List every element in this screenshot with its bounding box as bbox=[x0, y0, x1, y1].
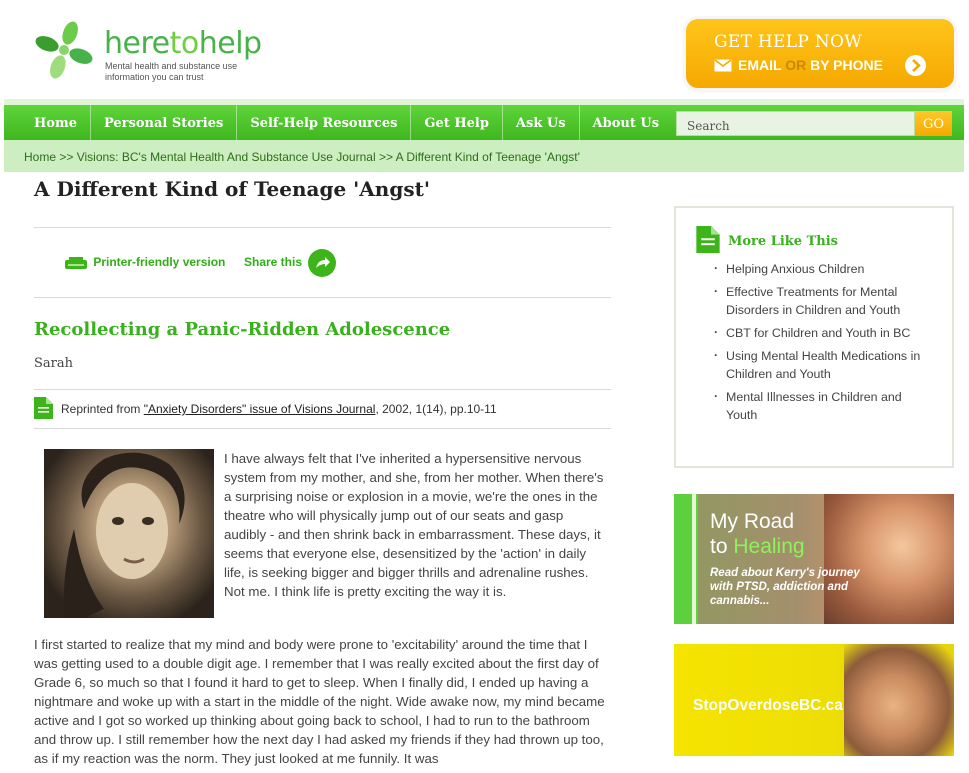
more-like-this-list: Helping Anxious Children Effective Treat… bbox=[714, 259, 936, 429]
reprint-prefix: Reprinted from bbox=[61, 402, 144, 416]
document-icon bbox=[34, 397, 53, 419]
logo-here: here bbox=[104, 26, 170, 61]
printer-friendly-label: Printer-friendly version bbox=[93, 255, 226, 269]
share-link[interactable]: Share this bbox=[244, 249, 336, 277]
get-help-now-button[interactable]: GET HELP NOW EMAIL OR BY PHONE bbox=[686, 19, 954, 88]
divider bbox=[34, 297, 611, 298]
document-icon bbox=[696, 226, 720, 253]
reprint-text: Reprinted from "Anxiety Disorders" issue… bbox=[61, 402, 497, 416]
nav-home[interactable]: Home bbox=[4, 105, 91, 140]
help-now-email: EMAIL bbox=[738, 57, 782, 73]
logo-flower-icon bbox=[35, 21, 93, 79]
nav-self-help-resources[interactable]: Self-Help Resources bbox=[237, 105, 412, 140]
logo-tagline: Mental health and substance use informat… bbox=[105, 61, 238, 82]
divider bbox=[34, 389, 611, 390]
logo-wordmark: heretohelp bbox=[104, 26, 262, 61]
related-link[interactable]: Helping Anxious Children bbox=[714, 259, 936, 278]
help-now-subtitle: EMAIL OR BY PHONE bbox=[738, 57, 883, 73]
related-link[interactable]: Effective Treatments for Mental Disorder… bbox=[714, 282, 936, 319]
reprint-source-link[interactable]: "Anxiety Disorders" issue of Visions Jou… bbox=[144, 402, 376, 416]
breadcrumb-current: A Different Kind of Teenage 'Angst' bbox=[395, 150, 580, 164]
printer-friendly-link[interactable]: Printer-friendly version bbox=[64, 255, 225, 270]
my-road-to-healing-banner[interactable]: My Road to Healing Read about Kerry's jo… bbox=[674, 494, 954, 624]
share-arrow-icon bbox=[308, 249, 336, 277]
divider bbox=[34, 227, 611, 228]
breadcrumb-journal[interactable]: Visions: BC's Mental Health And Substanc… bbox=[77, 150, 376, 164]
promo-healing: Healing bbox=[733, 535, 805, 558]
related-link[interactable]: CBT for Children and Youth in BC bbox=[714, 323, 936, 342]
breadcrumb: Home >> Visions: BC's Mental Health And … bbox=[4, 140, 964, 172]
breadcrumb-home[interactable]: Home bbox=[24, 150, 56, 164]
logo-help: help bbox=[198, 26, 262, 61]
site-logo[interactable]: heretohelp Mental health and substance u… bbox=[32, 18, 272, 84]
promo-photo bbox=[844, 644, 954, 756]
article-author: Sarah bbox=[34, 356, 73, 371]
related-link[interactable]: Using Mental Health Medications in Child… bbox=[714, 346, 936, 383]
chevron-right-icon bbox=[905, 55, 926, 76]
promo-accent-stripe bbox=[692, 494, 696, 624]
nav-get-help[interactable]: Get Help bbox=[411, 105, 503, 140]
stop-overdose-banner[interactable]: StopOverdoseBC.ca bbox=[674, 644, 954, 756]
author-photo bbox=[44, 449, 214, 618]
breadcrumb-separator: >> bbox=[378, 150, 393, 164]
help-now-or: OR bbox=[785, 57, 807, 73]
article-paragraph-1: I have always felt that I've inherited a… bbox=[224, 451, 604, 599]
more-like-this-title: More Like This bbox=[728, 234, 838, 249]
related-link[interactable]: Mental Illnesses in Children and Youth bbox=[714, 387, 936, 424]
help-now-title: GET HELP NOW bbox=[714, 32, 862, 52]
article-paragraph-2: I first started to realize that my mind … bbox=[34, 637, 605, 766]
stop-overdose-text: StopOverdoseBC.ca bbox=[693, 697, 843, 714]
promo-headline-line2: to Healing bbox=[710, 535, 805, 559]
promo-headline-line1: My Road bbox=[710, 510, 795, 533]
nav-ask-us[interactable]: Ask Us bbox=[503, 105, 580, 140]
help-now-phone: BY PHONE bbox=[810, 57, 883, 73]
divider bbox=[34, 428, 611, 429]
search-input[interactable]: Search bbox=[676, 111, 915, 136]
page-title: A Different Kind of Teenage 'Angst' bbox=[34, 177, 430, 201]
mail-icon bbox=[714, 59, 732, 72]
printer-icon bbox=[65, 256, 87, 269]
article-subtitle: Recollecting a Panic-Ridden Adolescence bbox=[34, 319, 451, 340]
more-like-this-box: More Like This Helping Anxious Children … bbox=[674, 206, 954, 468]
share-label: Share this bbox=[244, 255, 303, 269]
logo-to: to bbox=[169, 26, 200, 61]
search-go-button[interactable]: GO bbox=[915, 111, 952, 136]
reprint-note: Reprinted from "Anxiety Disorders" issue… bbox=[34, 397, 611, 425]
breadcrumb-separator: >> bbox=[59, 150, 74, 164]
promo-to: to bbox=[710, 535, 728, 558]
reprint-suffix: , 2002, 1(14), pp.10-11 bbox=[375, 402, 497, 416]
nav-personal-stories[interactable]: Personal Stories bbox=[91, 105, 238, 140]
nav-about-us[interactable]: About Us bbox=[580, 105, 673, 140]
promo-subtext: Read about Kerry's journey with PTSD, ad… bbox=[710, 567, 860, 607]
